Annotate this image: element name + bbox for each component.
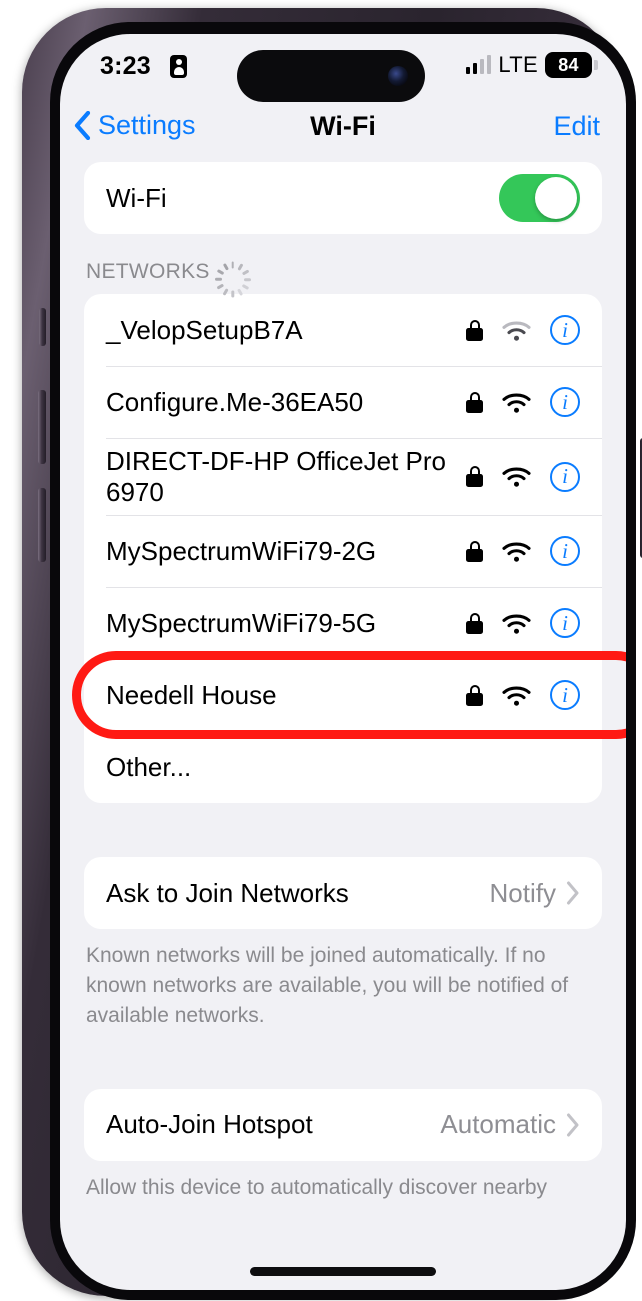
network-row[interactable]: DIRECT-DF-HP OfficeJet Pro 6970 i — [84, 438, 602, 515]
lock-icon — [466, 466, 483, 488]
lock-icon — [466, 540, 483, 562]
network-row-other[interactable]: Other... — [84, 731, 602, 803]
networks-section-header: NETWORKS — [60, 234, 626, 298]
auto-join-hotspot-value: Automatic — [440, 1109, 556, 1140]
network-row[interactable]: _VelopSetupB7A i — [84, 294, 602, 366]
network-name: _VelopSetupB7A — [106, 314, 303, 345]
network-name: MySpectrumWiFi79-2G — [106, 536, 377, 566]
wifi-signal-icon — [502, 392, 531, 413]
auto-join-hotspot-card: Auto-Join Hotspot Automatic — [84, 1088, 602, 1161]
network-name: MySpectrumWiFi79-5G — [106, 608, 377, 638]
network-row[interactable]: Configure.Me-36EA50 i — [84, 366, 602, 438]
auto-join-hotspot-label: Auto-Join Hotspot — [106, 1109, 313, 1140]
person-card-icon — [170, 55, 187, 78]
ask-to-join-networks-row[interactable]: Ask to Join Networks Notify — [84, 857, 602, 929]
network-row-icons: i — [466, 387, 580, 417]
wifi-signal-icon — [502, 685, 531, 706]
ask-to-join-card: Ask to Join Networks Notify — [84, 857, 602, 930]
navigation-bar: Settings Wi-Fi Edit — [60, 100, 626, 162]
auto-join-hotspot-footnote: Allow this device to automatically disco… — [86, 1175, 548, 1199]
front-camera-icon — [388, 66, 408, 86]
status-bar: 3:23 LTE 84 — [60, 34, 626, 102]
network-row-icons: i — [466, 461, 580, 492]
status-bar-time: 3:23 — [100, 52, 151, 80]
wifi-signal-icon — [502, 320, 531, 341]
wifi-toggle-row[interactable]: Wi-Fi — [84, 162, 602, 234]
wifi-toggle-label: Wi-Fi — [106, 182, 167, 213]
info-icon[interactable]: i — [550, 461, 580, 492]
networks-list-card: _VelopSetupB7A i Configure.Me-36EA50 i DIREC… — [84, 294, 602, 804]
network-row[interactable]: MySpectrumWiFi79-2G i — [84, 515, 602, 587]
network-row-icons: i — [466, 608, 580, 639]
info-icon[interactable]: i — [550, 387, 580, 417]
ask-to-join-footnote: Known networks will be joined automatica… — [86, 944, 569, 1027]
networks-header-label: NETWORKS — [86, 260, 210, 283]
network-name: Needell House — [106, 680, 277, 710]
loading-spinner-icon — [214, 261, 251, 298]
lock-icon — [466, 684, 483, 706]
settings-content: Wi-Fi NETWORKS _VelopSetupB7A i Configure.… — [60, 162, 626, 1290]
network-row[interactable]: Needell House i — [84, 659, 602, 731]
phone-screen: 3:23 LTE 84 Settings Wi-Fi Edit Wi-Fi NE… — [60, 34, 626, 1290]
chevron-right-icon — [567, 881, 579, 905]
info-icon[interactable]: i — [550, 608, 580, 639]
lock-icon — [466, 319, 483, 341]
wifi-toggle-switch[interactable] — [499, 174, 580, 222]
dynamic-island — [237, 50, 425, 102]
volume-up-button[interactable] — [38, 390, 46, 464]
volume-down-button[interactable] — [38, 488, 46, 562]
wifi-toggle-card: Wi-Fi — [84, 162, 602, 234]
toggle-knob — [535, 177, 577, 219]
wifi-signal-icon — [502, 466, 531, 487]
wifi-signal-icon — [502, 541, 531, 562]
home-indicator — [250, 1267, 436, 1276]
other-network-label: Other... — [106, 752, 192, 782]
lock-icon — [466, 612, 483, 634]
ask-to-join-label: Ask to Join Networks — [106, 878, 349, 908]
network-name: Configure.Me-36EA50 — [106, 386, 364, 417]
network-row-icons: i — [466, 315, 580, 345]
network-row-icons: i — [466, 536, 580, 567]
network-row-icons: i — [466, 680, 580, 711]
info-icon[interactable]: i — [550, 315, 580, 345]
info-icon[interactable]: i — [550, 536, 580, 567]
status-bar-indicators: LTE 84 — [465, 52, 598, 78]
phone-device-frame: 3:23 LTE 84 Settings Wi-Fi Edit Wi-Fi NE… — [22, 8, 642, 1300]
cellular-signal-icon — [465, 55, 492, 74]
ask-to-join-value: Notify — [489, 877, 556, 908]
network-row[interactable]: MySpectrumWiFi79-5G i — [84, 587, 602, 659]
wifi-signal-icon — [502, 613, 531, 634]
lock-icon — [466, 391, 483, 413]
mute-switch-button[interactable] — [39, 308, 46, 346]
info-icon[interactable]: i — [550, 680, 580, 711]
edit-button[interactable]: Edit — [553, 111, 600, 142]
network-name: DIRECT-DF-HP OfficeJet Pro 6970 — [106, 446, 446, 507]
battery-icon: 84 — [545, 52, 598, 78]
page-title: Wi-Fi — [310, 111, 376, 141]
carrier-label: LTE — [498, 52, 538, 77]
chevron-right-icon — [567, 1113, 579, 1137]
auto-join-hotspot-row[interactable]: Auto-Join Hotspot Automatic — [84, 1089, 602, 1161]
